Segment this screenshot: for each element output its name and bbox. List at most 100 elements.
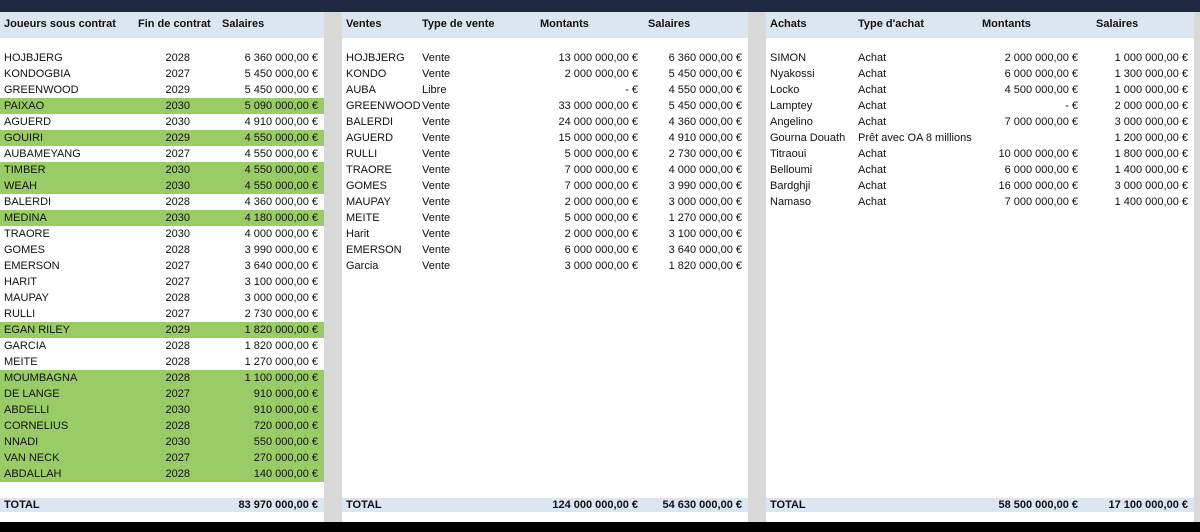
- player-name: BALERDI: [346, 116, 394, 128]
- top-bar: [0, 0, 1200, 12]
- amount: 15 000 000,00 €: [558, 132, 638, 144]
- contract-end: 2030: [165, 164, 190, 176]
- header-sales: Ventes: [346, 18, 382, 30]
- player-name: Harit: [346, 228, 370, 240]
- salary: 5 090 000,00 €: [244, 100, 318, 112]
- amount: - €: [1065, 100, 1078, 112]
- column-separator: [748, 12, 766, 522]
- player-name: TIMBER: [4, 164, 46, 176]
- salary: 1 100 000,00 €: [244, 372, 318, 384]
- player-name: GOUIRI: [4, 132, 44, 144]
- sales-header: Ventes Type de vente Montants Salaires: [342, 12, 748, 38]
- player-name: MOUMBAGNA: [4, 372, 78, 384]
- salary: 910 000,00 €: [253, 388, 318, 400]
- sale-type: Vente: [422, 100, 451, 112]
- salary: 1 800 000,00 €: [1114, 148, 1188, 160]
- salary: 3 000 000,00 €: [244, 292, 318, 304]
- sale-type: Vente: [422, 196, 451, 208]
- column-separator: [324, 12, 342, 522]
- player-name: MAUPAY: [346, 196, 391, 208]
- salary: 3 100 000,00 €: [668, 228, 742, 240]
- salary: 2 000 000,00 €: [1114, 100, 1188, 112]
- amount: 7 000 000,00 €: [564, 164, 638, 176]
- player-name: MEDINA: [4, 212, 47, 224]
- sale-type: Vente: [422, 132, 451, 144]
- purchase-type: Achat: [858, 148, 887, 160]
- purchase-type: Achat: [858, 68, 887, 80]
- amount: 5 000 000,00 €: [564, 212, 638, 224]
- salary: 1 000 000,00 €: [1114, 52, 1188, 64]
- salary: 2 730 000,00 €: [668, 148, 742, 160]
- player-name: Bardghji: [770, 180, 811, 192]
- purchase-type: Achat: [858, 164, 887, 176]
- table-row: Belloumi Achat 6 000 000,00 € 1 400 000,00 …: [766, 162, 1194, 178]
- salary: 1 820 000,00 €: [244, 324, 318, 336]
- contract-end: 2028: [165, 196, 190, 208]
- salary: 4 550 000,00 €: [244, 148, 318, 160]
- amount: 7 000 000,00 €: [1004, 196, 1078, 208]
- table-row: AGUERD Vente 15 000 000,00 € 4 910 000,00 €: [342, 130, 748, 146]
- total-label: TOTAL: [4, 499, 40, 511]
- amount: 6 000 000,00 €: [1004, 164, 1078, 176]
- sale-type: Vente: [422, 164, 451, 176]
- player-name: HARIT: [4, 276, 37, 288]
- purchase-type: Achat: [858, 84, 887, 96]
- table-row: Angelino Achat 7 000 000,00 € 3 000 000,00 …: [766, 114, 1194, 130]
- contract-end: 2030: [165, 404, 190, 416]
- contract-end: 2027: [165, 68, 190, 80]
- header-purchase-type: Type d'achat: [858, 18, 924, 30]
- table-row: GARCIA 2028 1 820 000,00 €: [0, 338, 324, 354]
- salary: 5 450 000,00 €: [244, 68, 318, 80]
- sale-type: Vente: [422, 116, 451, 128]
- contract-end: 2030: [165, 116, 190, 128]
- total-label: TOTAL: [770, 499, 806, 511]
- player-name: Lamptey: [770, 100, 813, 112]
- contract-end: 2028: [165, 52, 190, 64]
- salary: 4 550 000,00 €: [244, 164, 318, 176]
- amount: 2 000 000,00 €: [564, 228, 638, 240]
- player-name: GOMES: [346, 180, 387, 192]
- table-row: AUBA Libre - € 4 550 000,00 €: [342, 82, 748, 98]
- header-purchases: Achats: [770, 18, 807, 30]
- salary: 4 550 000,00 €: [668, 84, 742, 96]
- table-row: KONDOGBIA 2027 5 450 000,00 €: [0, 66, 324, 82]
- player-name: Belloumi: [770, 164, 813, 176]
- contract-end: 2029: [165, 324, 190, 336]
- header-contract-end: Fin de contrat: [138, 18, 211, 30]
- total-amount: 58 500 000,00 €: [998, 499, 1078, 511]
- table-row: HOJBJERG 2028 6 360 000,00 €: [0, 50, 324, 66]
- purchases-rows: SIMON Achat 2 000 000,00 € 1 000 000,00 € Ny…: [766, 50, 1194, 210]
- contract-end: 2030: [165, 212, 190, 224]
- salary: 1 270 000,00 €: [668, 212, 742, 224]
- salary: 4 000 000,00 €: [668, 164, 742, 176]
- purchase-type: Achat: [858, 196, 887, 208]
- salary: 3 100 000,00 €: [244, 276, 318, 288]
- table-row: Namaso Achat 7 000 000,00 € 1 400 000,00 €: [766, 194, 1194, 210]
- player-name: Nyakossi: [770, 68, 815, 80]
- table-row: SIMON Achat 2 000 000,00 € 1 000 000,00 €: [766, 50, 1194, 66]
- salary: 2 730 000,00 €: [244, 308, 318, 320]
- table-row: MAUPAY 2028 3 000 000,00 €: [0, 290, 324, 306]
- header-amounts: Montants: [540, 18, 589, 30]
- player-name: KONDO: [346, 68, 387, 80]
- contract-end: 2028: [165, 468, 190, 480]
- purchase-type: Achat: [858, 116, 887, 128]
- header-amounts: Montants: [982, 18, 1031, 30]
- salary: 1 400 000,00 €: [1114, 164, 1188, 176]
- contracts-total-row: TOTAL 83 970 000,00 €: [0, 498, 324, 512]
- contract-end: 2028: [165, 372, 190, 384]
- player-name: Gourna Douath: [770, 132, 846, 144]
- player-name: GOMES: [4, 244, 45, 256]
- contract-end: 2030: [165, 180, 190, 192]
- contract-end: 2030: [165, 228, 190, 240]
- sale-type: Vente: [422, 260, 451, 272]
- table-row: Titraoui Achat 10 000 000,00 € 1 800 000,00…: [766, 146, 1194, 162]
- salary: 4 360 000,00 €: [244, 196, 318, 208]
- header-players: Joueurs sous contrat: [4, 18, 116, 30]
- player-name: EMERSON: [346, 244, 402, 256]
- amount: 4 500 000,00 €: [1004, 84, 1078, 96]
- salary: 270 000,00 €: [253, 452, 318, 464]
- table-row: Nyakossi Achat 6 000 000,00 € 1 300 000,00 …: [766, 66, 1194, 82]
- player-name: RULLI: [4, 308, 36, 320]
- salary: 4 550 000,00 €: [244, 132, 318, 144]
